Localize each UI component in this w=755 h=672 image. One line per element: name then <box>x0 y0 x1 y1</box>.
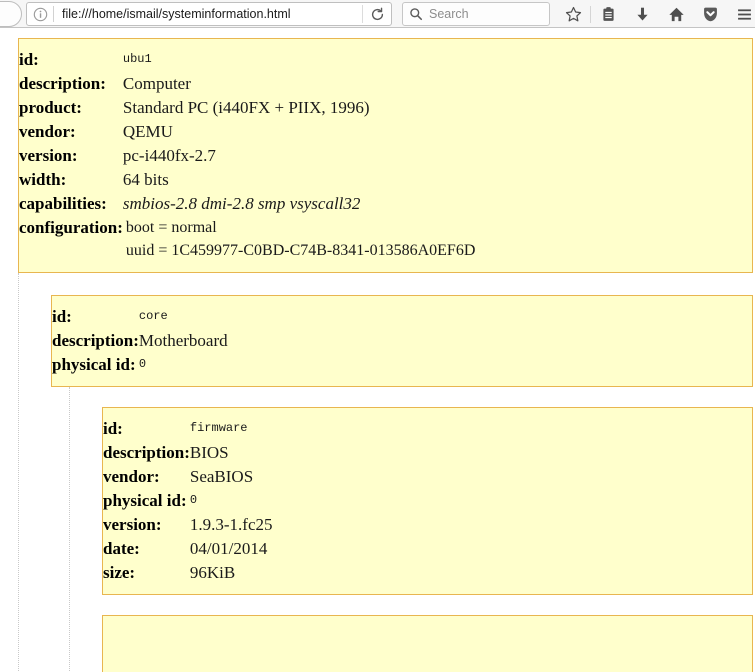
prop-key: physical id: <box>103 491 187 510</box>
prop-value: Computer <box>122 74 191 93</box>
prop-key: description: <box>103 443 190 462</box>
table-row: vendor: QEMU <box>19 120 475 144</box>
prop-value: Motherboard <box>138 331 228 350</box>
pocket-icon[interactable] <box>693 0 727 28</box>
prop-value: 04/01/2014 <box>189 539 268 558</box>
prop-key: size: <box>103 563 136 582</box>
prop-key: product: <box>19 98 82 117</box>
prop-value: pc-i440fx-2.7 <box>122 146 216 165</box>
prop-value: Standard PC (i440FX + PIIX, 1996) <box>122 98 370 117</box>
prop-value: 0 <box>138 357 147 371</box>
table-row: id: core <box>52 305 228 329</box>
prop-value: 1.9.3-1.fc25 <box>189 515 273 534</box>
table-row: product: Standard PC (i440FX + PIIX, 199… <box>19 96 475 120</box>
prop-value: 0 <box>189 493 198 507</box>
table-row: physical id: 0 <box>103 489 273 513</box>
prop-key: width: <box>19 170 67 189</box>
prop-key: date: <box>103 539 140 558</box>
tree-item-next-partial <box>102 595 755 672</box>
config-line: uuid = 1C459977-C0BD-C74B-8341-013586A0E… <box>125 242 476 259</box>
table-row: description: Computer <box>19 72 475 96</box>
tree-item-bios: id: firmware description: BIOS vendor: S… <box>102 387 755 595</box>
prop-value: smbios-2.8 dmi-2.8 smp vsyscall32 <box>122 194 361 213</box>
bios-firmware-node: id: firmware description: BIOS vendor: S… <box>102 407 753 595</box>
prop-value: QEMU <box>122 122 173 141</box>
prop-key: version: <box>19 146 78 165</box>
table-row: vendor: SeaBIOS <box>103 465 273 489</box>
table-row: description: BIOS <box>103 441 273 465</box>
url-text[interactable]: file:///home/ismail/systeminformation.ht… <box>54 3 362 25</box>
tree-item-motherboard: id: core description: Motherboard physic… <box>51 273 755 672</box>
prop-key: capabilities: <box>19 194 107 213</box>
bookmark-star-icon[interactable] <box>556 0 590 28</box>
property-table: id: firmware description: BIOS vendor: S… <box>103 417 273 585</box>
home-icon[interactable] <box>659 0 693 28</box>
config-line: boot = normal <box>125 219 217 236</box>
table-row: version: 1.9.3-1.fc25 <box>103 513 273 537</box>
hamburger-menu-icon[interactable] <box>727 0 755 28</box>
table-row: version: pc-i440fx-2.7 <box>19 144 475 168</box>
prop-value: SeaBIOS <box>189 467 254 486</box>
prop-key: version: <box>103 515 162 534</box>
reload-icon[interactable] <box>363 3 391 25</box>
hardware-tree: id: ubu1 description: Computer product: … <box>0 28 755 672</box>
table-row: id: ubu1 <box>19 48 475 72</box>
next-node-partial <box>102 615 753 672</box>
downloads-icon[interactable] <box>625 0 659 28</box>
prop-key: id: <box>103 419 123 438</box>
reader-list-icon[interactable] <box>591 0 625 28</box>
table-row: description: Motherboard <box>52 329 228 353</box>
table-row: width: 64 bits <box>19 168 475 192</box>
prop-key: physical id: <box>52 355 136 374</box>
prop-key: vendor: <box>19 122 76 141</box>
table-row: configuration: boot = normal uuid = 1C45… <box>19 216 475 263</box>
prop-key: description: <box>52 331 139 350</box>
computer-node: id: ubu1 description: Computer product: … <box>18 38 753 273</box>
table-row: capabilities: smbios-2.8 dmi-2.8 smp vsy… <box>19 192 475 216</box>
url-bar[interactable]: file:///home/ismail/systeminformation.ht… <box>26 2 392 26</box>
hardware-subtree-level2: id: firmware description: BIOS vendor: S… <box>69 387 755 672</box>
prop-value: BIOS <box>189 443 229 462</box>
prop-key: configuration: <box>19 218 123 237</box>
prop-value: firmware <box>189 421 248 435</box>
hardware-subtree-level1: id: core description: Motherboard physic… <box>18 273 755 672</box>
toolbar-icon-group <box>556 0 755 28</box>
table-row: date: 04/01/2014 <box>103 537 273 561</box>
prop-value: ubu1 <box>122 52 152 66</box>
prop-key: id: <box>19 50 39 69</box>
search-placeholder: Search <box>429 7 469 21</box>
info-icon[interactable] <box>27 3 53 25</box>
browser-toolbar: file:///home/ismail/systeminformation.ht… <box>0 0 755 28</box>
search-icon <box>403 3 429 25</box>
property-table: id: core description: Motherboard physic… <box>52 305 228 377</box>
prop-value: core <box>138 309 168 323</box>
property-table: id: ubu1 description: Computer product: … <box>19 48 475 263</box>
prop-key: id: <box>52 307 72 326</box>
prop-value: 64 bits <box>122 170 169 189</box>
table-row: physical id: 0 <box>52 353 228 377</box>
prop-key: vendor: <box>103 467 160 486</box>
table-row: size: 96KiB <box>103 561 273 585</box>
prop-value: 96KiB <box>189 563 236 582</box>
tree-item-computer: id: ubu1 description: Computer product: … <box>0 38 755 672</box>
page-content: id: ubu1 description: Computer product: … <box>0 28 755 672</box>
prop-value-config: boot = normal uuid = 1C459977-C0BD-C74B-… <box>123 216 475 263</box>
prop-key: description: <box>19 74 106 93</box>
back-forward-button[interactable] <box>0 1 22 27</box>
search-input[interactable]: Search <box>402 2 550 26</box>
table-row: id: firmware <box>103 417 273 441</box>
motherboard-node: id: core description: Motherboard physic… <box>51 295 753 387</box>
